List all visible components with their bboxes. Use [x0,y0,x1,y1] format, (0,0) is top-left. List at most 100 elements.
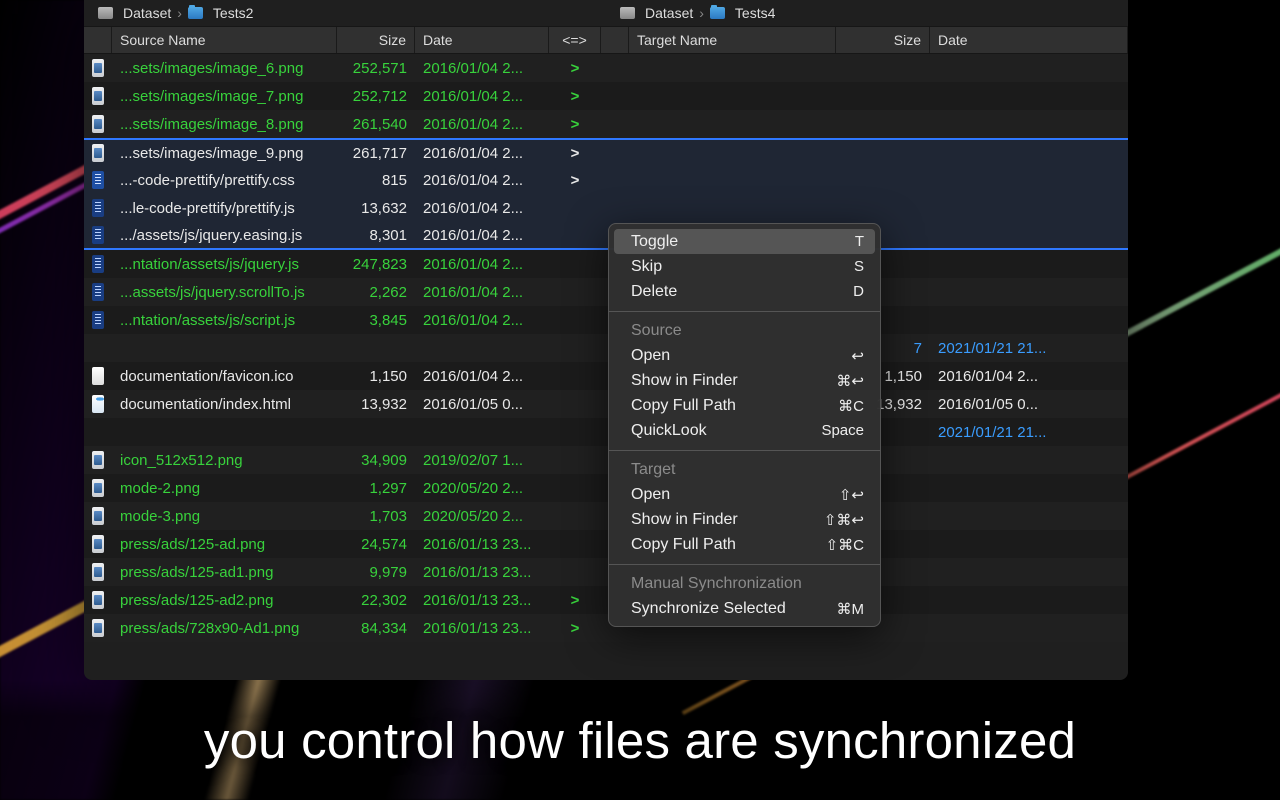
direction-indicator[interactable]: > [549,60,601,77]
col-target-icon[interactable] [601,27,629,53]
source-name: documentation/index.html [112,396,337,413]
source-size: 22,302 [337,592,415,609]
source-date: 2020/05/20 2... [415,508,549,525]
table-row[interactable]: ...sets/images/image_8.png261,5402016/01… [84,110,1128,138]
menu-target-open[interactable]: Open⇧↩ [609,482,880,507]
source-name: ...sets/images/image_7.png [112,88,337,105]
col-source-size[interactable]: Size [337,27,415,53]
source-name: ...le-code-prettify/prettify.js [112,200,337,217]
col-target-name[interactable]: Target Name [629,27,836,53]
source-date: 2016/01/05 0... [415,396,549,413]
table-row[interactable]: .../assets/js/jquery.easing.js8,3012016/… [84,222,1128,250]
source-size: 247,823 [337,256,415,273]
menu-toggle[interactable]: ToggleT [614,229,875,254]
source-size: 3,845 [337,312,415,329]
source-date: 2016/01/04 2... [415,227,549,244]
file-icon [84,507,112,525]
source-date: 2016/01/13 23... [415,536,549,553]
col-source-date[interactable]: Date [415,27,549,53]
source-size: 252,571 [337,60,415,77]
source-date: 2016/01/04 2... [415,256,549,273]
menu-separator [609,564,880,565]
file-icon [84,479,112,497]
source-size: 8,301 [337,227,415,244]
source-date: 2016/01/13 23... [415,564,549,581]
table-row[interactable]: ...assets/js/jquery.scrollTo.js2,2622016… [84,278,1128,306]
breadcrumb-folder: Tests4 [735,5,775,21]
menu-synchronize-selected[interactable]: Synchronize Selected⌘M [609,596,880,621]
col-source-name[interactable]: Source Name [112,27,337,53]
menu-delete[interactable]: DeleteD [609,279,880,304]
table-row[interactable]: ...ntation/assets/js/script.js3,8452016/… [84,306,1128,334]
source-date: 2020/05/20 2... [415,480,549,497]
direction-indicator[interactable]: > [549,145,601,162]
target-date: 2021/01/21 21... [930,340,1128,357]
source-name: mode-2.png [112,480,337,497]
table-row[interactable]: mode-2.png1,2972020/05/20 2... [84,474,1128,502]
source-name: ...-code-prettify/prettify.css [112,172,337,189]
direction-indicator[interactable]: > [549,172,601,189]
table-row[interactable]: documentation/favicon.ico1,1502016/01/04… [84,362,1128,390]
source-date: 2016/01/04 2... [415,172,549,189]
file-icon [84,311,112,329]
menu-manual-header: Manual Synchronization [609,572,880,596]
table-row[interactable]: press/ads/125-ad1.png9,9792016/01/13 23.… [84,558,1128,586]
source-date: 2016/01/04 2... [415,284,549,301]
source-size: 13,632 [337,200,415,217]
source-size: 24,574 [337,536,415,553]
source-size: 34,909 [337,452,415,469]
col-direction[interactable]: <=> [549,27,601,53]
table-row[interactable]: ...sets/images/image_7.png252,7122016/01… [84,82,1128,110]
table-row[interactable]: ...le-code-prettify/prettify.js13,632201… [84,194,1128,222]
table-row[interactable]: icon_512x512.png34,9092019/02/07 1... [84,446,1128,474]
menu-skip[interactable]: SkipS [609,254,880,279]
source-name: press/ads/125-ad1.png [112,564,337,581]
breadcrumb-left[interactable]: Dataset › Tests2 [84,0,606,26]
table-row[interactable]: ...-code-prettify/prettify.css8152016/01… [84,166,1128,194]
menu-source-open[interactable]: Open↩ [609,343,880,368]
source-size: 1,150 [337,368,415,385]
direction-indicator[interactable]: > [549,88,601,105]
direction-indicator[interactable]: > [549,116,601,133]
col-target-size[interactable]: Size [836,27,930,53]
file-icon [84,115,112,133]
menu-target-finder[interactable]: Show in Finder⇧⌘↩ [609,507,880,532]
source-name: icon_512x512.png [112,452,337,469]
source-size: 261,717 [337,145,415,162]
menu-source-quicklook[interactable]: QuickLookSpace [609,418,880,443]
table-row[interactable]: mode-3.png1,7032020/05/20 2... [84,502,1128,530]
marketing-caption: you control how files are synchronized [0,680,1280,800]
source-date: 2016/01/13 23... [415,592,549,609]
source-date: 2016/01/04 2... [415,60,549,77]
source-date: 2019/02/07 1... [415,452,549,469]
file-icon [84,591,112,609]
file-icon [84,283,112,301]
direction-indicator[interactable]: > [549,620,601,637]
source-name: .../assets/js/jquery.easing.js [112,227,337,244]
source-size: 252,712 [337,88,415,105]
table-row[interactable]: press/ads/125-ad.png24,5742016/01/13 23.… [84,530,1128,558]
folder-icon [188,7,203,19]
table-row[interactable]: documentation/index.html13,9322016/01/05… [84,390,1128,418]
table-row[interactable]: 72021/01/21 21... [84,334,1128,362]
drive-icon [620,7,635,19]
source-size: 261,540 [337,116,415,133]
breadcrumb-right[interactable]: Dataset › Tests4 [606,0,1128,26]
table-row[interactable]: press/ads/728x90-Ad1.png84,3342016/01/13… [84,614,1128,642]
col-target-date[interactable]: Date [930,27,1128,53]
source-name: ...assets/js/jquery.scrollTo.js [112,284,337,301]
direction-indicator[interactable]: > [549,592,601,609]
table-row[interactable]: ...sets/images/image_9.png261,7172016/01… [84,138,1128,166]
table-row[interactable]: ...sets/images/image_6.png252,5712016/01… [84,54,1128,82]
source-name: press/ads/728x90-Ad1.png [112,620,337,637]
menu-source-finder[interactable]: Show in Finder⌘↩ [609,368,880,393]
table-row[interactable]: 2021/01/21 21... [84,418,1128,446]
col-source-icon[interactable] [84,27,112,53]
table-row[interactable]: ...ntation/assets/js/jquery.js247,823201… [84,250,1128,278]
menu-source-copy-path[interactable]: Copy Full Path⌘C [609,393,880,418]
file-icon [84,87,112,105]
folder-icon [710,7,725,19]
table-row[interactable]: press/ads/125-ad2.png22,3022016/01/13 23… [84,586,1128,614]
menu-target-copy-path[interactable]: Copy Full Path⇧⌘C [609,532,880,557]
source-size: 9,979 [337,564,415,581]
